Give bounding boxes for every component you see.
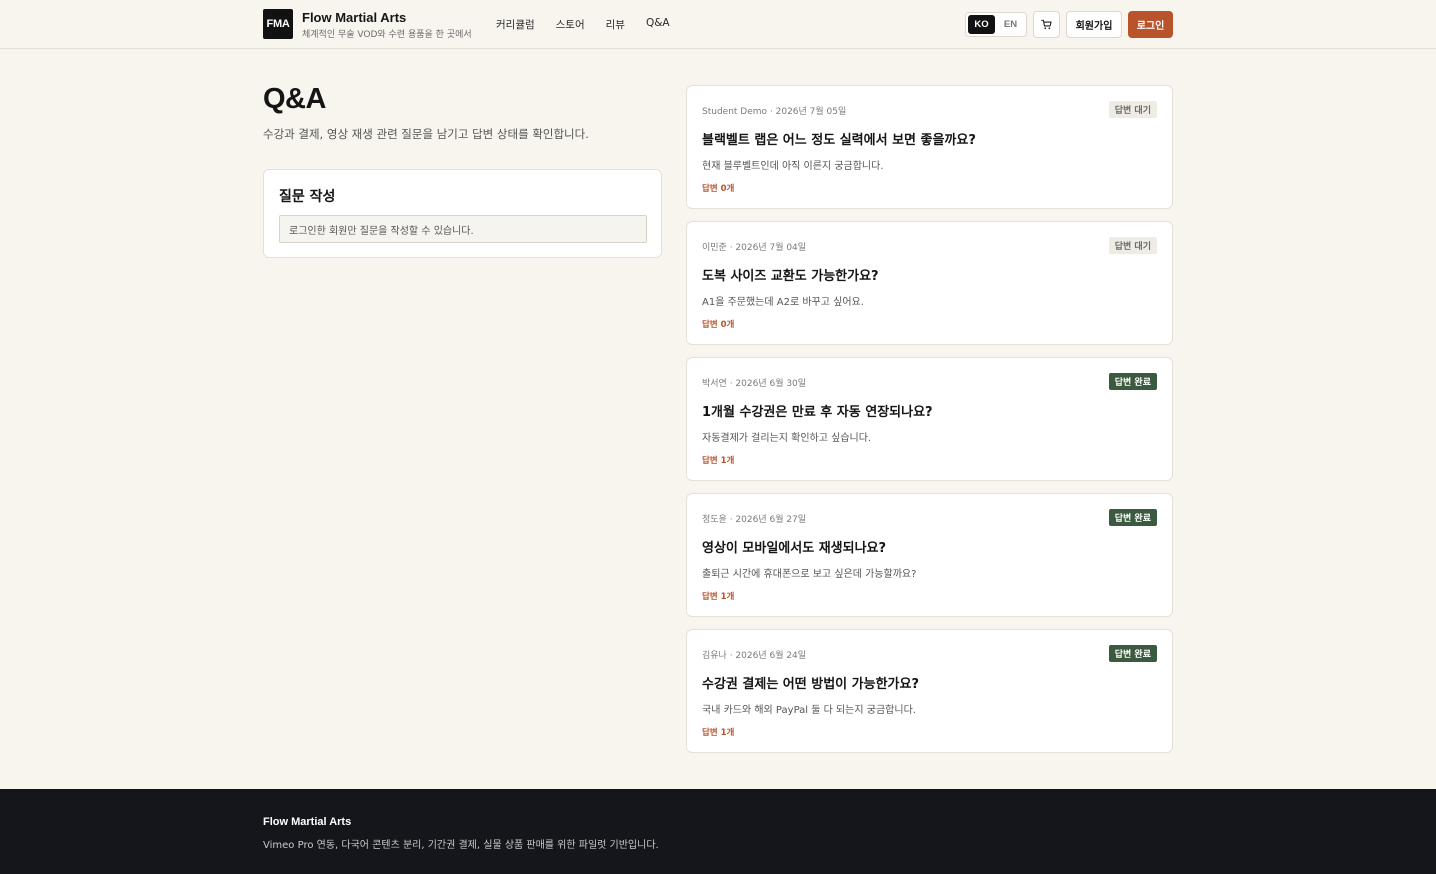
question-title[interactable]: 1개월 수강권은 만료 후 자동 연장되나요? xyxy=(702,401,933,420)
signup-button[interactable]: 회원가입 xyxy=(1066,11,1122,38)
question-card[interactable]: 이민준 · 2026년 7월 04일 답변 대기 도복 사이즈 교환도 가능한가… xyxy=(686,221,1173,345)
question-body: 현재 블루벨트인데 아직 이른지 궁금합니다. xyxy=(702,161,884,172)
status-badge: 답변 완료 xyxy=(1108,509,1157,526)
login-required-notice: 로그인한 회원만 질문을 작성할 수 있습니다. xyxy=(279,215,647,243)
question-card[interactable]: 김유나 · 2026년 6월 24일 답변 완료 수강권 결제는 어떤 방법이 … xyxy=(686,629,1173,753)
answer-count: 답변 0개 xyxy=(702,184,735,194)
status-badge: 답변 완료 xyxy=(1108,373,1157,390)
cart-icon xyxy=(1041,19,1052,30)
ask-question-card: 질문 작성 로그인한 회원만 질문을 작성할 수 있습니다. xyxy=(263,169,662,258)
logo[interactable]: FMA xyxy=(263,9,293,39)
status-badge: 답변 완료 xyxy=(1108,645,1157,662)
question-body: 국내 카드와 해외 PayPal 둘 다 되는지 궁금합니다. xyxy=(702,705,916,716)
site-header: FMA Flow Martial Arts 체계적인 무술 VOD와 수련 용품… xyxy=(0,0,1436,49)
main-nav: 커리큘럼 스토어 리뷰 Q&A xyxy=(496,17,670,32)
page-title: Q&A xyxy=(263,83,326,115)
question-meta: 정도윤 · 2026년 6월 27일 xyxy=(702,515,807,525)
status-badge: 답변 대기 xyxy=(1108,237,1157,254)
status-badge: 답변 대기 xyxy=(1108,101,1157,118)
brand-tagline: 체계적인 무술 VOD와 수련 용품을 한 곳에서 xyxy=(302,30,472,40)
site-footer: Flow Martial Arts Vimeo Pro 연동, 다국어 콘텐츠 … xyxy=(0,789,1436,874)
footer-brand: Flow Martial Arts xyxy=(263,816,352,828)
page-description: 수강과 결제, 영상 재생 관련 질문을 남기고 답변 상태를 확인합니다. xyxy=(263,127,589,141)
nav-reviews[interactable]: 리뷰 xyxy=(606,17,625,32)
nav-qna[interactable]: Q&A xyxy=(646,17,670,32)
question-title[interactable]: 도복 사이즈 교환도 가능한가요? xyxy=(702,265,879,284)
nav-store[interactable]: 스토어 xyxy=(556,17,585,32)
question-meta: 김유나 · 2026년 6월 24일 xyxy=(702,651,807,661)
question-body: 자동결제가 걸리는지 확인하고 싶습니다. xyxy=(702,433,872,444)
lang-en-button[interactable]: EN xyxy=(997,15,1024,34)
login-button[interactable]: 로그인 xyxy=(1128,11,1173,38)
brand-name[interactable]: Flow Martial Arts xyxy=(302,10,406,25)
question-title[interactable]: 블랙벨트 랩은 어느 정도 실력에서 보면 좋을까요? xyxy=(702,129,976,148)
answer-count: 답변 1개 xyxy=(702,592,735,602)
question-meta: Student Demo · 2026년 7월 05일 xyxy=(702,107,847,117)
question-card[interactable]: 정도윤 · 2026년 6월 27일 답변 완료 영상이 모바일에서도 재생되나… xyxy=(686,493,1173,617)
answer-count: 답변 0개 xyxy=(702,320,735,330)
footer-description: Vimeo Pro 연동, 다국어 콘텐츠 분리, 기간권 결제, 실물 상품 … xyxy=(263,840,659,851)
question-body: A1을 주문했는데 A2로 바꾸고 싶어요. xyxy=(702,297,864,308)
question-title[interactable]: 수강권 결제는 어떤 방법이 가능한가요? xyxy=(702,673,919,692)
cart-button[interactable] xyxy=(1033,11,1060,38)
ask-question-title: 질문 작성 xyxy=(279,189,336,205)
answer-count: 답변 1개 xyxy=(702,456,735,466)
question-meta: 이민준 · 2026년 7월 04일 xyxy=(702,243,807,253)
question-card[interactable]: 박서연 · 2026년 6월 30일 답변 완료 1개월 수강권은 만료 후 자… xyxy=(686,357,1173,481)
nav-curriculum[interactable]: 커리큘럼 xyxy=(496,17,535,32)
answer-count: 답변 1개 xyxy=(702,728,735,738)
question-title[interactable]: 영상이 모바일에서도 재생되나요? xyxy=(702,537,886,556)
question-card[interactable]: Student Demo · 2026년 7월 05일 답변 대기 블랙벨트 랩… xyxy=(686,85,1173,209)
lang-ko-button[interactable]: KO xyxy=(968,15,995,34)
language-toggle: KO EN xyxy=(965,12,1027,37)
question-meta: 박서연 · 2026년 6월 30일 xyxy=(702,379,807,389)
question-body: 출퇴근 시간에 휴대폰으로 보고 싶은데 가능할까요? xyxy=(702,569,917,580)
